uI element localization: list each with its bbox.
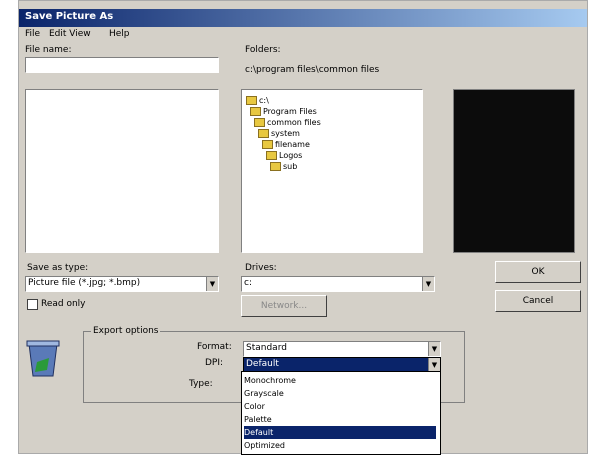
chevron-down-icon[interactable]: ▼	[428, 342, 440, 356]
list-item[interactable]: Optimized	[244, 439, 436, 452]
files-list[interactable]	[25, 89, 219, 253]
window-title: Save Picture As	[25, 11, 114, 22]
list-item-selected[interactable]: Default	[244, 426, 436, 439]
tree-node[interactable]: system	[258, 129, 300, 138]
menu-edit-view[interactable]: Edit View	[49, 29, 91, 39]
recycle-bin-icon	[23, 338, 63, 378]
tree-node[interactable]: Program Files	[250, 107, 317, 116]
folder-icon	[250, 107, 261, 116]
dropdown-list[interactable]: Monochrome Grayscale Color Palette Defau…	[241, 371, 441, 455]
tree-node-root[interactable]: c:\	[246, 96, 269, 105]
options-group-label: Export options	[91, 326, 161, 336]
folder-tree[interactable]: c:\ Program Files common files system fi…	[241, 89, 423, 253]
tree-node[interactable]: sub	[270, 162, 297, 171]
dpi-label: DPI:	[205, 358, 224, 368]
list-item[interactable]: Grayscale	[244, 387, 436, 400]
list-item[interactable]: Monochrome	[244, 374, 436, 387]
folder-icon	[270, 162, 281, 171]
current-path: c:\program files\common files	[245, 65, 380, 75]
folders-label: Folders:	[245, 45, 281, 55]
type-label: Type:	[189, 379, 213, 389]
folder-icon	[262, 140, 273, 149]
preview-pane	[453, 89, 575, 253]
menu-bar: File Edit View Help	[19, 27, 587, 41]
tree-node[interactable]: filename	[262, 140, 310, 149]
dialog-window: Save Picture As File Edit View Help File…	[18, 0, 588, 455]
title-bar[interactable]: Save Picture As	[19, 9, 587, 27]
tree-node[interactable]: common files	[254, 118, 321, 127]
chevron-down-icon[interactable]: ▼	[206, 277, 218, 291]
drives-select[interactable]: c: ▼	[241, 276, 435, 292]
network-button[interactable]: Network...	[241, 295, 327, 317]
format-select[interactable]: Standard ▼	[243, 341, 441, 357]
list-item[interactable]: Palette	[244, 413, 436, 426]
save-type-select[interactable]: Picture file (*.jpg; *.bmp) ▼	[25, 276, 219, 292]
drives-label: Drives:	[245, 263, 277, 273]
filename-label: File name:	[25, 45, 72, 55]
save-type-label: Save as type:	[27, 263, 89, 273]
folder-icon	[258, 129, 269, 138]
folder-icon	[254, 118, 265, 127]
format-label: Format:	[197, 342, 232, 352]
folder-icon	[266, 151, 277, 160]
read-only-label: Read only	[41, 299, 86, 309]
chevron-down-icon[interactable]: ▼	[422, 277, 434, 291]
menu-help[interactable]: Help	[109, 29, 130, 39]
folder-icon	[246, 96, 257, 105]
chevron-down-icon[interactable]: ▼	[428, 358, 440, 372]
cancel-button[interactable]: Cancel	[495, 290, 581, 312]
filename-input[interactable]	[25, 57, 219, 73]
menu-file[interactable]: File	[25, 29, 40, 39]
list-item[interactable]: Color	[244, 400, 436, 413]
ok-button[interactable]: OK	[495, 261, 581, 283]
read-only-checkbox[interactable]	[27, 299, 38, 310]
tree-node[interactable]: Logos	[266, 151, 302, 160]
